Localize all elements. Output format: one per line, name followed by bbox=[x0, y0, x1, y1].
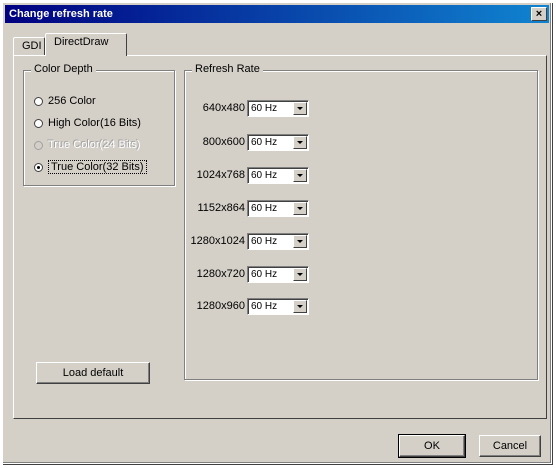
radio-label: True Color(32 Bits) bbox=[48, 160, 147, 174]
resolution-label: 800x600 bbox=[202, 136, 245, 148]
close-icon[interactable]: × bbox=[531, 7, 547, 21]
color-depth-group: Color Depth 256 Color High Color(16 Bits… bbox=[23, 63, 175, 186]
radio-high-color[interactable]: High Color(16 Bits) bbox=[34, 115, 141, 131]
select-value: 60 Hz bbox=[251, 236, 278, 247]
resolution-label: 1280x960 bbox=[196, 300, 245, 312]
refresh-select-800x600[interactable]: 60 Hz bbox=[247, 134, 309, 151]
select-value: 60 Hz bbox=[251, 170, 278, 181]
refresh-select-1024x768[interactable]: 60 Hz bbox=[247, 167, 309, 184]
refresh-rate-group: Refresh Rate 640x480 60 Hz 800x600 60 Hz… bbox=[184, 63, 538, 380]
tab-gdi[interactable]: GDI bbox=[13, 37, 45, 55]
radio-label: 256 Color bbox=[48, 95, 96, 107]
resolution-label: 1024x768 bbox=[196, 169, 245, 181]
chevron-down-icon[interactable] bbox=[293, 235, 307, 248]
radio-true-color-24: True Color(24 Bits) bbox=[34, 137, 141, 153]
resolution-label: 1280x720 bbox=[196, 268, 245, 280]
load-default-button[interactable]: Load default bbox=[36, 362, 150, 384]
refresh-select-1152x864[interactable]: 60 Hz bbox=[247, 200, 309, 217]
chevron-down-icon[interactable] bbox=[293, 169, 307, 182]
refresh-select-640x480[interactable]: 60 Hz bbox=[247, 100, 309, 117]
radio-circle[interactable] bbox=[34, 162, 43, 172]
radio-circle[interactable] bbox=[34, 118, 43, 128]
refresh-select-1280x720[interactable]: 60 Hz bbox=[247, 266, 309, 283]
cancel-button[interactable]: Cancel bbox=[479, 435, 541, 457]
title-bar[interactable]: Change refresh rate × bbox=[5, 5, 549, 23]
select-value: 60 Hz bbox=[251, 103, 278, 114]
refresh-rate-title: Refresh Rate bbox=[192, 63, 263, 75]
chevron-down-icon[interactable] bbox=[293, 136, 307, 149]
color-depth-title: Color Depth bbox=[31, 63, 96, 75]
radio-256-color[interactable]: 256 Color bbox=[34, 93, 96, 109]
radio-circle bbox=[34, 140, 43, 150]
refresh-select-1280x1024[interactable]: 60 Hz bbox=[247, 233, 309, 250]
select-value: 60 Hz bbox=[251, 301, 278, 312]
radio-circle[interactable] bbox=[34, 96, 43, 106]
window-title: Change refresh rate bbox=[9, 8, 113, 20]
chevron-down-icon[interactable] bbox=[293, 102, 307, 115]
dialog-window: Change refresh rate × GDI DirectDraw Col… bbox=[2, 2, 552, 464]
chevron-down-icon[interactable] bbox=[293, 202, 307, 215]
ok-button[interactable]: OK bbox=[398, 434, 466, 458]
select-value: 60 Hz bbox=[251, 269, 278, 280]
tab-directdraw[interactable]: DirectDraw bbox=[45, 33, 127, 56]
chevron-down-icon[interactable] bbox=[293, 268, 307, 281]
tab-panel-directdraw: Color Depth 256 Color High Color(16 Bits… bbox=[13, 55, 547, 419]
resolution-label: 640x480 bbox=[202, 102, 245, 114]
refresh-select-1280x960[interactable]: 60 Hz bbox=[247, 298, 309, 315]
resolution-label: 1280x1024 bbox=[190, 235, 245, 247]
radio-label: True Color(24 Bits) bbox=[48, 139, 141, 151]
chevron-down-icon[interactable] bbox=[293, 300, 307, 313]
resolution-label: 1152x864 bbox=[197, 202, 245, 214]
radio-true-color-32[interactable]: True Color(32 Bits) bbox=[34, 159, 147, 175]
select-value: 60 Hz bbox=[251, 137, 278, 148]
select-value: 60 Hz bbox=[251, 203, 278, 214]
radio-label: High Color(16 Bits) bbox=[48, 117, 141, 129]
